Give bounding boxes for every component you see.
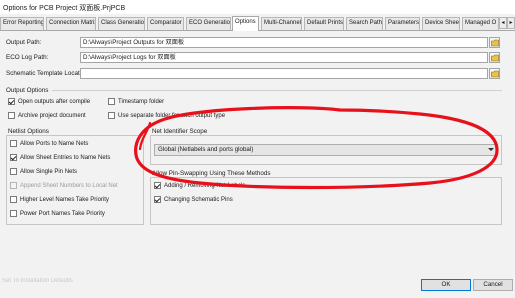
net-identifier-scope-value: Global (Netlabels and ports global) xyxy=(158,146,254,153)
netlist-option-append-sheet-numbers: Append Sheet Numbers to Local Net xyxy=(10,182,118,189)
netlist-option-label: Higher Level Names Take Priority xyxy=(20,196,109,203)
checkbox-box xyxy=(10,182,17,189)
tab-strip: Error Reporting Connection Matrix Class … xyxy=(0,15,515,31)
folder-icon xyxy=(491,54,499,62)
checkbox-box[interactable] xyxy=(154,182,161,189)
tab-scroll-left-button[interactable]: ◂ xyxy=(499,17,507,29)
archive-document-label: Archive project document xyxy=(18,112,86,119)
tab-options[interactable]: Options xyxy=(232,16,259,31)
output-path-browse-button[interactable] xyxy=(489,37,500,48)
separate-folder-label: Use separate folder for each output type xyxy=(118,112,226,119)
checkbox-box[interactable] xyxy=(10,196,17,203)
schematic-template-field[interactable] xyxy=(80,68,488,79)
separate-folder-checkbox[interactable]: Use separate folder for each output type xyxy=(108,112,225,119)
tab-error-reporting[interactable]: Error Reporting xyxy=(0,17,44,30)
netlist-option-label: Allow Ports to Name Nets xyxy=(20,140,89,147)
tab-parameters[interactable]: Parameters xyxy=(385,17,420,30)
eco-log-path-browse-button[interactable] xyxy=(489,52,500,63)
tab-search-paths[interactable]: Search Paths xyxy=(346,17,383,30)
archive-document-checkbox[interactable]: Archive project document xyxy=(8,112,86,119)
checkbox-box[interactable] xyxy=(10,168,17,175)
output-path-label: Output Path: xyxy=(6,39,42,46)
netlist-option-allow-sheet-entries[interactable]: Allow Sheet Entries to Name Nets xyxy=(10,154,110,161)
checkbox-box[interactable] xyxy=(154,196,161,203)
tab-scroll-right-button[interactable]: ▸ xyxy=(507,17,515,29)
dialog-footer: Set To Installation Defaults OK Cancel xyxy=(0,276,515,298)
checkbox-box[interactable] xyxy=(10,210,17,217)
output-options-divider xyxy=(52,90,502,91)
eco-log-path-label: ECO Log Path: xyxy=(6,54,49,61)
netlist-options-title: Netlist Options xyxy=(8,128,49,135)
tab-default-prints[interactable]: Default Prints xyxy=(304,17,344,30)
adding-removing-netlabels-label: Adding / Removing Net-Labels xyxy=(164,182,246,189)
tab-eco-generation[interactable]: ECO Generation xyxy=(186,17,231,30)
eco-log-path-field[interactable]: D:\Always\Project Logs for 双面板 xyxy=(80,52,488,63)
tab-multi-channel[interactable]: Multi-Channel xyxy=(261,17,302,30)
checkbox-box[interactable] xyxy=(108,98,115,105)
folder-icon xyxy=(491,39,499,47)
open-outputs-label: Open outputs after compile xyxy=(18,98,91,105)
net-identifier-scope-group: Global (Netlabels and ports global) xyxy=(150,135,502,165)
net-identifier-scope-title: Net Identifier Scope xyxy=(152,128,208,135)
netlist-option-label: Allow Sheet Entries to Name Nets xyxy=(20,154,111,161)
tab-managed[interactable]: Managed O xyxy=(462,17,499,30)
schematic-template-label: Schematic Template Location: xyxy=(6,70,90,77)
netlist-option-allow-ports[interactable]: Allow Ports to Name Nets xyxy=(10,140,88,147)
changing-schematic-pins-label: Changing Schematic Pins xyxy=(164,196,233,203)
output-options-title: Output Options xyxy=(6,87,49,94)
checkbox-box[interactable] xyxy=(8,98,15,105)
tab-connection-matrix[interactable]: Connection Matrix xyxy=(46,17,96,30)
checkbox-box[interactable] xyxy=(8,112,15,119)
checkbox-box[interactable] xyxy=(10,154,17,161)
tab-class-generation[interactable]: Class Generation xyxy=(98,17,145,30)
timestamp-folder-checkbox[interactable]: Timestamp folder xyxy=(108,98,164,105)
folder-icon xyxy=(491,70,499,78)
chevron-down-icon xyxy=(488,148,494,151)
netlist-option-label: Power Port Names Take Priority xyxy=(20,210,105,217)
pin-swapping-title: Allow Pin-Swapping Using These Methods xyxy=(152,170,271,177)
schematic-template-browse-button[interactable] xyxy=(489,68,500,79)
netlist-options-group: Allow Ports to Name Nets Allow Sheet Ent… xyxy=(6,135,144,225)
checkbox-box[interactable] xyxy=(108,112,115,119)
pin-swapping-group: Adding / Removing Net-Labels Changing Sc… xyxy=(150,177,502,225)
cancel-button[interactable]: Cancel xyxy=(473,279,513,291)
timestamp-folder-label: Timestamp folder xyxy=(118,98,165,105)
tab-comparator[interactable]: Comparator xyxy=(147,17,184,30)
installation-defaults-label: Set To Installation Defaults xyxy=(2,278,73,284)
netlist-option-power-port-names[interactable]: Power Port Names Take Priority xyxy=(10,210,105,217)
netlist-option-label: Append Sheet Numbers to Local Net xyxy=(20,182,118,189)
netlist-option-label: Allow Single Pin Nets xyxy=(20,168,78,175)
window-title: Options for PCB Project 双面板.PrjPCB xyxy=(3,5,126,12)
checkbox-box[interactable] xyxy=(10,140,17,147)
netlist-option-higher-level-names[interactable]: Higher Level Names Take Priority xyxy=(10,196,109,203)
options-panel: Output Path: D:\Always\Project Outputs f… xyxy=(0,31,511,276)
output-path-field[interactable]: D:\Always\Project Outputs for 双面板 xyxy=(80,37,488,48)
open-outputs-checkbox[interactable]: Open outputs after compile xyxy=(8,98,90,105)
title-bar: Options for PCB Project 双面板.PrjPCB xyxy=(0,0,515,14)
tab-device-sheets[interactable]: Device Sheets xyxy=(422,17,460,30)
adding-removing-netlabels-checkbox[interactable]: Adding / Removing Net-Labels xyxy=(154,182,245,189)
net-identifier-scope-select[interactable]: Global (Netlabels and ports global) xyxy=(154,144,498,156)
netlist-option-single-pin-nets[interactable]: Allow Single Pin Nets xyxy=(10,168,77,175)
ok-button[interactable]: OK xyxy=(421,279,471,291)
changing-schematic-pins-checkbox[interactable]: Changing Schematic Pins xyxy=(154,196,233,203)
